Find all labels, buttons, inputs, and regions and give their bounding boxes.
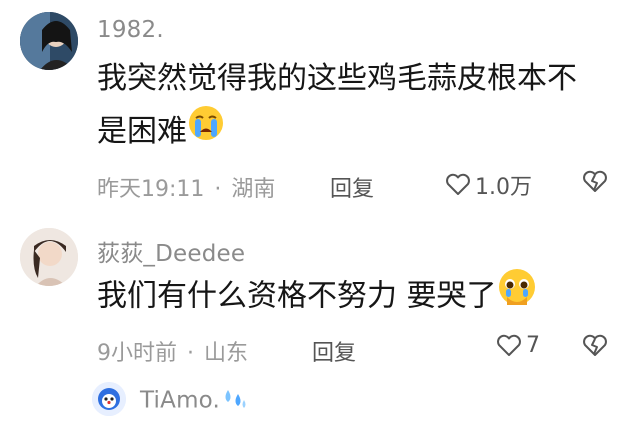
avatar-image [20, 228, 78, 286]
reply-username[interactable]: TiAmo. [140, 386, 248, 416]
heart-icon [497, 334, 521, 356]
comment-time: 9小时前 [97, 341, 177, 366]
sweat-droplets-emoji [220, 386, 248, 416]
broken-heart-icon [583, 334, 607, 356]
comment-text-line: 我们有什么资格不努力 要哭了 [97, 267, 537, 327]
comment-text: 我们有什么资格不努力 要哭了 [97, 278, 497, 314]
comment-text-line: 是困难 [97, 103, 225, 162]
meta-separator: · [187, 341, 194, 366]
comment-meta: 昨天19:11 · 湖南 [97, 171, 275, 203]
meta-separator: · [214, 177, 222, 202]
reply-button[interactable]: 回复 [312, 335, 356, 367]
reply-username-text: TiAmo. [140, 387, 221, 414]
broken-heart-icon [583, 170, 607, 192]
crying-face-emoji [187, 104, 225, 162]
avatar-image [20, 12, 78, 70]
like-count: 1.0万 [475, 175, 532, 200]
avatar[interactable] [20, 228, 78, 286]
comment-time: 昨天19:11 [97, 177, 205, 202]
like-button[interactable]: 7 [496, 333, 540, 358]
comment-meta: 9小时前 · 山东 [97, 335, 248, 367]
like-button[interactable]: 1.0万 [445, 169, 532, 201]
dislike-button[interactable] [582, 334, 608, 362]
comment-text: 是困难 [97, 114, 187, 149]
like-count: 7 [526, 333, 540, 358]
avatar[interactable] [20, 12, 78, 70]
comment-location: 山东 [204, 341, 249, 366]
comment-username[interactable]: 1982. [97, 17, 164, 43]
comment-username[interactable]: 荻荻_Deedee [97, 234, 245, 268]
comment-text-line: 我突然觉得我的这些鸡毛蒜皮根本不 [97, 61, 577, 96]
avatar-image [92, 382, 126, 416]
pleading-face-emoji [497, 267, 537, 327]
heart-icon [446, 173, 470, 195]
avatar[interactable] [92, 382, 126, 416]
dislike-button[interactable] [582, 170, 608, 198]
reply-button[interactable]: 回复 [330, 171, 374, 203]
comment-location: 湖南 [231, 177, 276, 202]
